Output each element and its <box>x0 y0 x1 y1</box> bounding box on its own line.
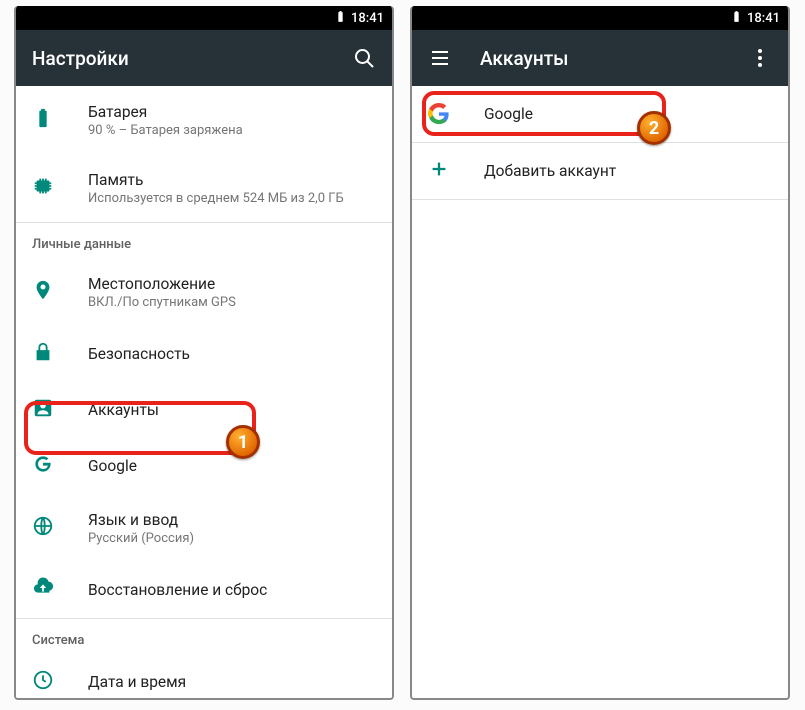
item-sub: Русский (Россия) <box>88 531 376 546</box>
account-item-google[interactable]: Google <box>412 86 788 142</box>
item-label: Память <box>88 171 376 189</box>
page-title: Аккаунты <box>480 47 720 70</box>
accounts-list: Google Добавить аккаунт <box>412 86 788 200</box>
menu-button[interactable] <box>428 46 452 70</box>
search-button[interactable] <box>352 46 376 70</box>
overflow-button[interactable] <box>748 46 772 70</box>
callout-badge-1: 1 <box>226 425 260 459</box>
person-icon <box>32 397 54 423</box>
item-label: Безопасность <box>88 345 376 363</box>
plus-icon <box>428 158 450 184</box>
settings-item-backup[interactable]: Восстановление и сброс <box>16 562 392 618</box>
google-icon <box>32 453 54 479</box>
item-sub: Используется в среднем 524 МБ из 2,0 ГБ <box>88 191 376 206</box>
item-label: Аккаунты <box>88 401 376 419</box>
divider <box>412 199 788 200</box>
battery-icon <box>334 10 347 27</box>
status-time: 18:41 <box>351 11 384 26</box>
item-sub: ВКЛ./По спутникам GPS <box>88 295 376 310</box>
status-bar: 18:41 <box>16 6 392 30</box>
section-personal: Личные данные <box>16 222 392 258</box>
hamburger-icon <box>428 46 452 70</box>
settings-item-datetime[interactable]: Дата и время <box>16 654 392 700</box>
item-label: Восстановление и сброс <box>88 581 376 599</box>
item-sub: 90 % – Батарея заряжена <box>88 123 376 138</box>
item-label: Батарея <box>88 103 376 121</box>
memory-icon <box>32 175 54 201</box>
section-system: Система <box>16 618 392 654</box>
settings-item-accounts[interactable]: Аккаунты <box>16 382 392 438</box>
more-vert-icon <box>748 46 772 70</box>
settings-item-location[interactable]: Местоположение ВКЛ./По спутникам GPS <box>16 258 392 326</box>
settings-item-security[interactable]: Безопасность <box>16 326 392 382</box>
page-title: Настройки <box>32 47 324 70</box>
location-icon <box>32 279 54 305</box>
item-label: Google <box>484 105 772 123</box>
settings-item-google[interactable]: Google <box>16 438 392 494</box>
battery-icon <box>730 10 743 27</box>
app-bar: Аккаунты <box>412 30 788 86</box>
add-account-item[interactable]: Добавить аккаунт <box>412 143 788 199</box>
item-label: Язык и ввод <box>88 511 376 529</box>
item-label: Местоположение <box>88 275 376 293</box>
clock-icon <box>32 669 54 695</box>
globe-icon <box>32 515 54 541</box>
item-label: Google <box>88 457 376 475</box>
settings-list: Батарея 90 % – Батарея заряжена Память И… <box>16 86 392 700</box>
backup-icon <box>32 577 54 603</box>
item-label: Дата и время <box>88 673 376 691</box>
callout-badge-2: 2 <box>637 111 671 145</box>
item-label: Добавить аккаунт <box>484 162 772 180</box>
phone-screen-left: 18:41 Настройки Батарея 90 % – Батарея з… <box>14 6 394 700</box>
status-bar: 18:41 <box>412 6 788 30</box>
search-icon <box>352 46 376 70</box>
settings-item-battery[interactable]: Батарея 90 % – Батарея заряжена <box>16 86 392 154</box>
app-bar: Настройки <box>16 30 392 86</box>
lock-icon <box>32 341 54 367</box>
google-logo-icon <box>428 103 450 125</box>
settings-item-language[interactable]: Язык и ввод Русский (Россия) <box>16 494 392 562</box>
settings-item-memory[interactable]: Память Используется в среднем 524 МБ из … <box>16 154 392 222</box>
phone-screen-right: 18:41 Аккаунты Google <box>410 6 790 700</box>
battery-icon <box>32 107 54 133</box>
status-time: 18:41 <box>747 11 780 26</box>
